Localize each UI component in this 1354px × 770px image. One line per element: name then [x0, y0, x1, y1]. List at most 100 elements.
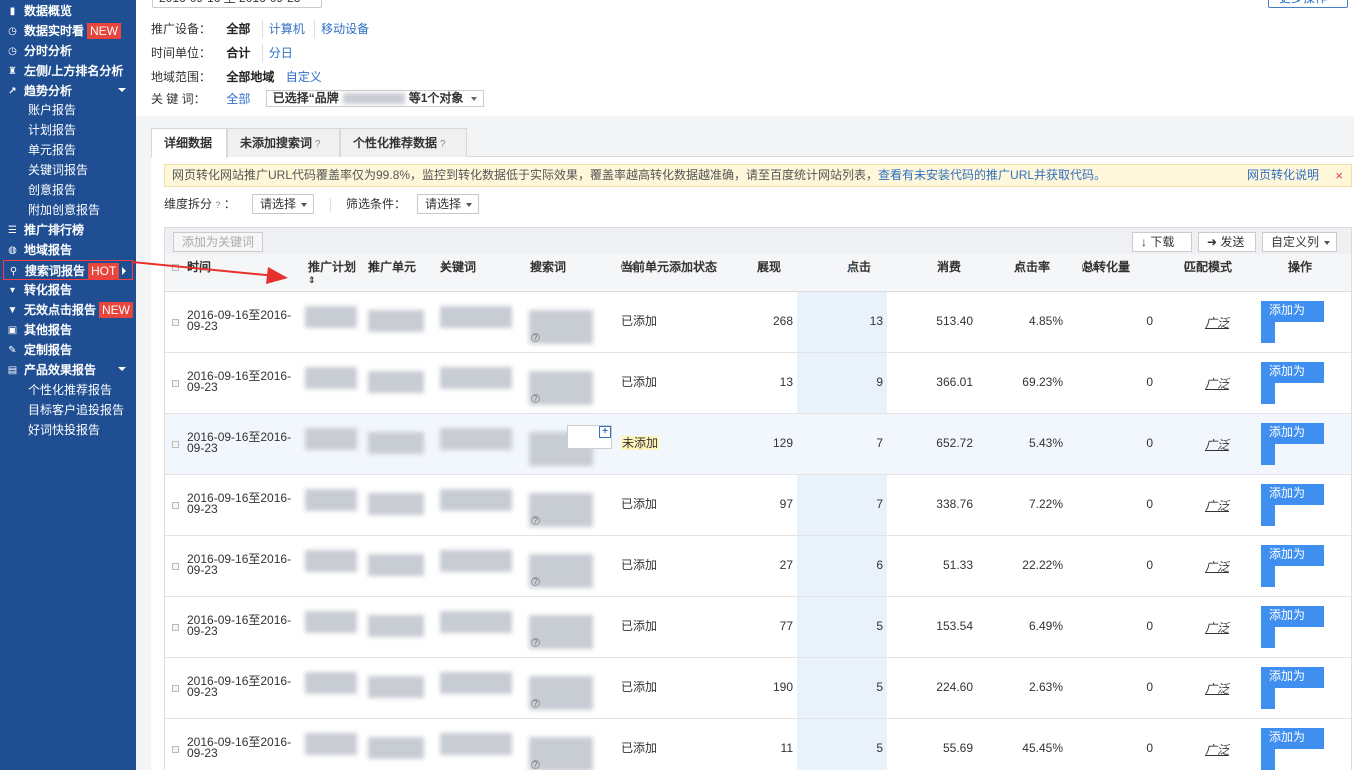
row-match-mode[interactable]: 广泛 — [1205, 375, 1229, 392]
send-icon: ➜ — [1207, 235, 1221, 249]
sidebar-item-search-term-report[interactable]: ⚲ 搜索词报告 HOT — [3, 260, 133, 280]
sidebar-item-realtime[interactable]: ◷ 数据实时看 NEW — [0, 21, 136, 41]
row-ctr: 2.63% — [1028, 680, 1063, 694]
row-date: 2016-09-16至2016-09-23 — [187, 674, 292, 699]
sidebar-item-leaderboard[interactable]: ☰ 推广排行榜 — [0, 220, 136, 240]
sidebar-item-plan-report[interactable]: 计划报告 — [0, 120, 136, 140]
row-match-mode[interactable]: 广泛 — [1205, 436, 1229, 453]
sidebar-item-ranking[interactable]: ♜ 左侧/上方排名分析 — [0, 61, 136, 81]
sidebar-item-hourly[interactable]: ◷ 分时分析 — [0, 41, 136, 61]
sidebar-item-trend[interactable]: ↗ 趋势分析 — [0, 81, 136, 101]
add-as-button[interactable]: 添加为 — [1261, 484, 1324, 526]
help-icon[interactable]: ? — [531, 699, 540, 708]
redacted-cell — [368, 554, 424, 576]
sidebar-item-extra-creative-report[interactable]: 附加创意报告 — [0, 200, 136, 220]
close-icon[interactable]: × — [1335, 165, 1343, 186]
add-as-keyword-button[interactable]: 添加为关键词 — [173, 232, 264, 252]
add-as-button[interactable]: 添加为 — [1261, 728, 1324, 770]
filter-icon: ▼ — [7, 305, 18, 316]
add-as-button[interactable]: 添加为 — [1261, 606, 1324, 648]
row-match-mode[interactable]: 广泛 — [1205, 497, 1229, 514]
row-checkbox[interactable] — [172, 685, 179, 692]
keyword-select[interactable]: 已选择“品牌 等1个对象 — [265, 90, 485, 107]
row-checkbox[interactable] — [172, 563, 179, 570]
doc-icon: ▤ — [7, 365, 18, 376]
region-all[interactable]: 全部地域 — [226, 68, 274, 86]
sidebar-item-unit-report[interactable]: 单元报告 — [0, 140, 136, 160]
help-icon[interactable]: ? — [531, 394, 540, 403]
dimension-select[interactable]: 请选择 — [252, 194, 314, 214]
new-badge: NEW — [87, 23, 122, 39]
row-checkbox[interactable] — [172, 624, 179, 631]
row-checkbox[interactable] — [172, 502, 179, 509]
time-unit-daily[interactable]: 分日 — [261, 44, 293, 62]
row-clicks: 9 — [876, 375, 883, 389]
add-as-button[interactable]: 添加为 — [1261, 667, 1324, 709]
chevron-down-icon — [118, 88, 126, 92]
more-actions-button[interactable]: 更多操作 — [1268, 0, 1348, 8]
row-checkbox[interactable] — [172, 380, 179, 387]
region-custom[interactable]: 自定义 — [286, 68, 322, 86]
sidebar-item-conversion-report[interactable]: ▾ 转化报告 — [0, 280, 136, 300]
download-button[interactable]: ↓ 下载 — [1132, 232, 1192, 252]
conversion-help-link[interactable]: 网页转化说明 — [1247, 165, 1319, 186]
row-checkbox[interactable] — [172, 319, 179, 326]
custom-columns-button[interactable]: 自定义列 — [1262, 232, 1337, 252]
date-range-picker[interactable]: 2016-09-16 至 2016-09-23 — [152, 0, 322, 8]
row-checkbox[interactable] — [172, 746, 179, 753]
help-icon[interactable]: ? — [531, 516, 540, 525]
keyword-all[interactable]: 全部 — [226, 90, 250, 108]
time-unit-total[interactable]: 合计 — [226, 44, 250, 62]
row-match-mode[interactable]: 广泛 — [1205, 619, 1229, 636]
get-code-link[interactable]: 查看有未安装代码的推广URL并获取代码。 — [878, 168, 1106, 182]
row-date: 2016-09-16至2016-09-23 — [187, 491, 292, 516]
sidebar-item-creative-report[interactable]: 创意报告 — [0, 180, 136, 200]
send-button[interactable]: ➜ 发送 — [1198, 232, 1256, 252]
row-conversions: 0 — [1146, 680, 1153, 694]
sidebar-item-personalized-report[interactable]: 个性化推荐报告 — [0, 380, 136, 400]
device-option-pc[interactable]: 计算机 — [261, 20, 305, 38]
sidebar-item-account-report[interactable]: 账户报告 — [0, 100, 136, 120]
redacted-cell — [305, 733, 357, 755]
help-icon[interactable]: ? — [315, 139, 321, 150]
globe-icon: ◍ — [8, 245, 17, 256]
sidebar-item-product-report[interactable]: ▤ 产品效果报告 — [0, 360, 136, 380]
tab-detail-data[interactable]: 详细数据 — [151, 128, 227, 158]
sidebar-item-keyword-report[interactable]: 关键词报告 — [0, 160, 136, 180]
sidebar-item-overview[interactable]: ▮ 数据概览 — [0, 1, 136, 21]
row-status: 未添加 — [621, 436, 660, 450]
trophy-icon: ♜ — [8, 66, 17, 77]
condition-select[interactable]: 请选择 — [417, 194, 479, 214]
device-option-mobile[interactable]: 移动设备 — [314, 20, 369, 38]
help-icon[interactable]: ? — [531, 760, 540, 769]
time-unit-filter: 时间单位： 合计 分日 — [151, 44, 293, 62]
sidebar-item-other-report[interactable]: ▣ 其他报告 — [0, 320, 136, 340]
add-icon[interactable]: + — [599, 426, 611, 438]
sidebar-item-invalid-click-report[interactable]: ▼ 无效点击报告 NEW — [0, 300, 136, 320]
redacted-cell — [305, 550, 357, 572]
add-as-button[interactable]: 添加为 — [1261, 301, 1324, 343]
sidebar-item-good-word-report[interactable]: 好词快投报告 — [0, 420, 136, 440]
add-as-button[interactable]: 添加为 — [1261, 423, 1324, 465]
sidebar-item-target-customer-report[interactable]: 目标客户追投报告 — [0, 400, 136, 420]
add-as-button[interactable]: 添加为 — [1261, 362, 1324, 404]
row-match-mode[interactable]: 广泛 — [1205, 558, 1229, 575]
tab-unadded-terms[interactable]: 未添加搜索词? — [227, 128, 340, 157]
sidebar-item-region-report[interactable]: ◍ 地域报告 — [0, 240, 136, 260]
tab-personalized-data[interactable]: 个性化推荐数据? — [340, 128, 467, 157]
help-icon[interactable]: ? — [531, 638, 540, 647]
device-option-all[interactable]: 全部 — [226, 20, 250, 38]
row-match-mode[interactable]: 广泛 — [1205, 680, 1229, 697]
row-cost: 153.54 — [936, 619, 973, 633]
row-match-mode[interactable]: 广泛 — [1205, 314, 1229, 331]
help-icon[interactable]: ? — [531, 577, 540, 586]
help-icon[interactable]: ? — [531, 333, 540, 342]
row-match-mode[interactable]: 广泛 — [1205, 741, 1229, 758]
help-icon[interactable]: ? — [215, 200, 220, 210]
add-as-button[interactable]: 添加为 — [1261, 545, 1324, 587]
button-part — [1261, 566, 1275, 587]
help-icon[interactable]: ? — [440, 139, 446, 150]
sidebar-item-custom-report[interactable]: ✎ 定制报告 — [0, 340, 136, 360]
redacted-cell — [440, 489, 512, 511]
row-checkbox[interactable] — [172, 441, 179, 448]
